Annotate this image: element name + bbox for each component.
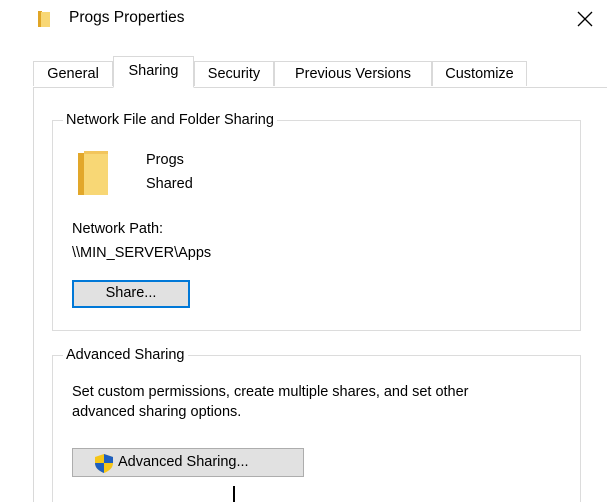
folder-share-status: Shared — [146, 176, 193, 192]
advanced-sharing-description-line2: advanced sharing options. — [72, 404, 242, 420]
tab-customize[interactable]: Customize — [432, 61, 527, 86]
advanced-sharing-description-line1: Set custom permissions, create multiple … — [72, 384, 469, 400]
tab-security[interactable]: Security — [194, 61, 274, 86]
close-button[interactable] — [566, 2, 604, 36]
folder-name: Progs — [146, 152, 184, 168]
advanced-sharing-button[interactable]: Advanced Sharing... — [72, 448, 304, 477]
advanced-sharing-button-label: Advanced Sharing... — [118, 454, 249, 470]
close-icon — [577, 11, 593, 27]
title-bar[interactable]: Progs Properties — [0, 0, 607, 38]
share-button[interactable]: Share... — [72, 280, 190, 308]
network-sharing-legend: Network File and Folder Sharing — [63, 111, 277, 129]
properties-dialog: Progs Properties General Sharing Securit… — [0, 0, 607, 502]
tab-sharing-label: Sharing — [128, 63, 179, 79]
share-button-label: Share... — [105, 285, 157, 301]
tab-previous-versions-label: Previous Versions — [294, 66, 412, 82]
tab-general-label: General — [47, 66, 99, 82]
network-path-value: \\MIN_SERVER\Apps — [72, 245, 212, 261]
shared-folder-icon — [78, 151, 108, 195]
tab-security-label: Security — [207, 66, 261, 82]
window-title: Progs Properties — [69, 9, 185, 26]
folder-icon — [38, 11, 50, 27]
uac-shield-icon — [95, 454, 113, 473]
tab-general[interactable]: General — [33, 61, 113, 86]
network-path-label: Network Path: — [72, 221, 164, 237]
tab-previous-versions[interactable]: Previous Versions — [274, 61, 432, 86]
advanced-sharing-legend: Advanced Sharing — [63, 346, 188, 364]
mouse-cursor — [233, 486, 235, 502]
tab-customize-label: Customize — [445, 66, 514, 82]
advanced-sharing-group: Advanced Sharing — [52, 346, 581, 502]
tab-sharing[interactable]: Sharing — [113, 56, 194, 88]
